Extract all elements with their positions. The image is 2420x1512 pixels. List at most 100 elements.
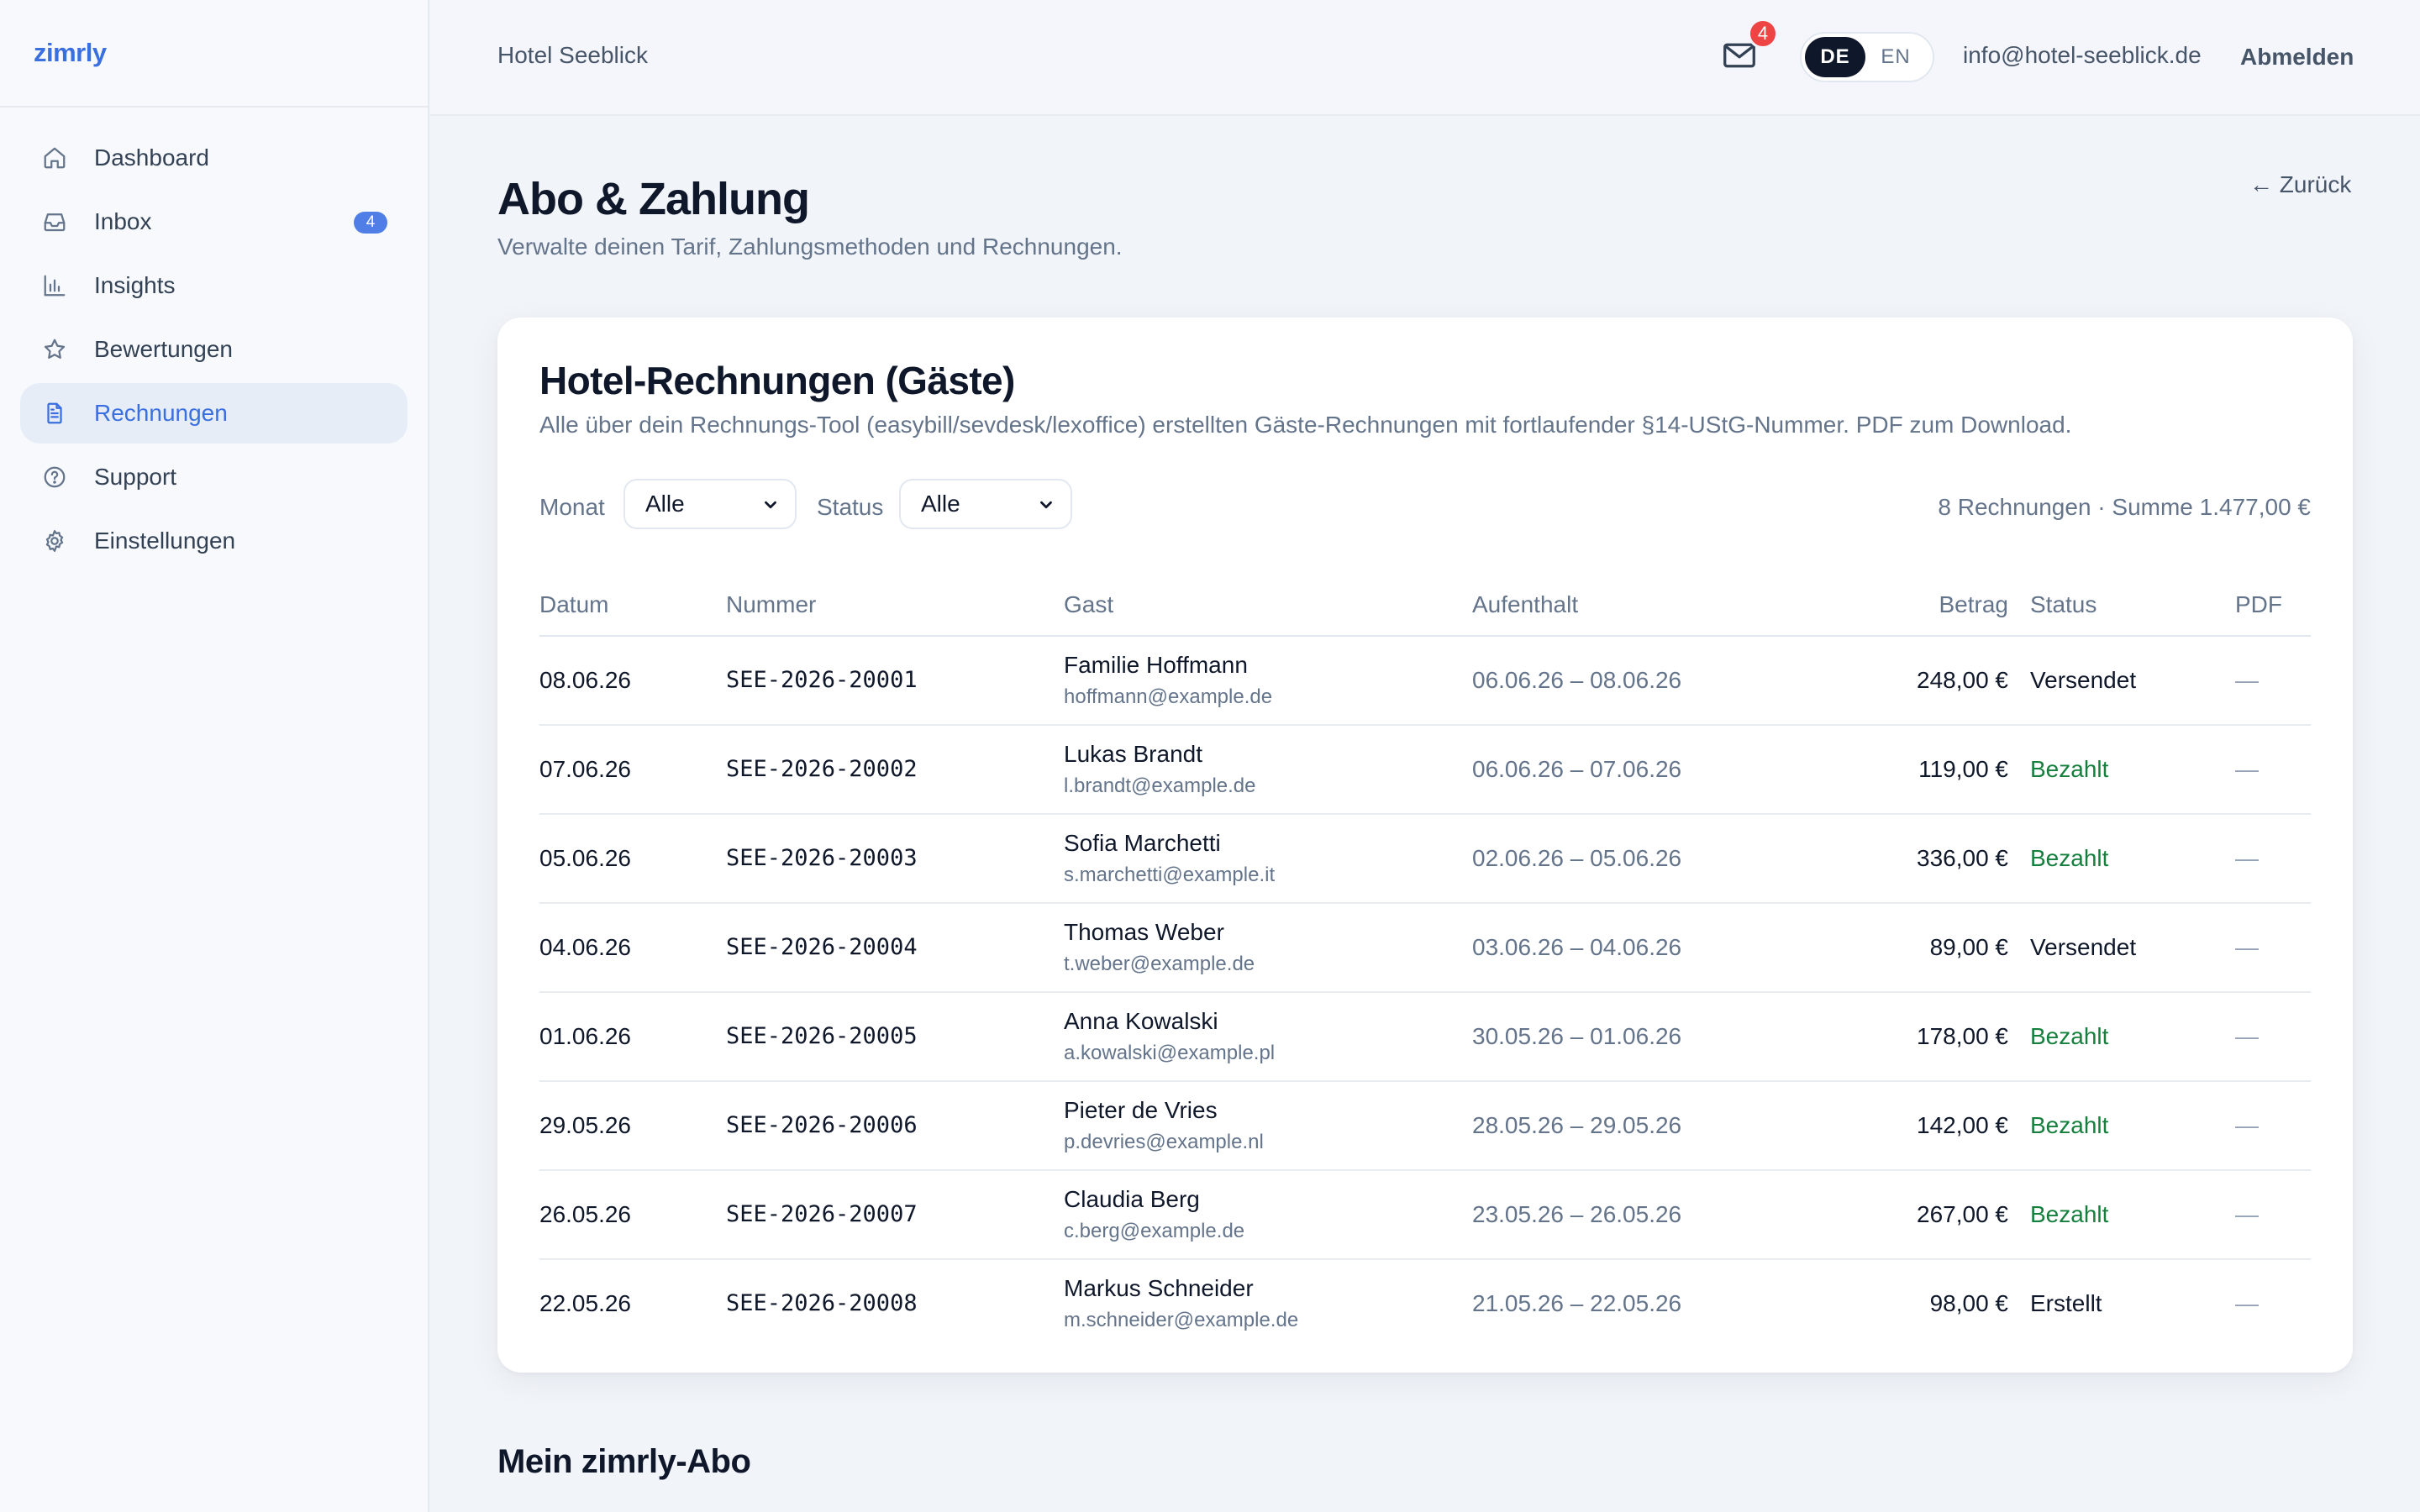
- pdf-placeholder: —: [2235, 1112, 2259, 1138]
- invoice-amount: 267,00 €: [1917, 1201, 2008, 1227]
- sidebar-item-label: Insights: [94, 272, 176, 298]
- invoice-amount: 178,00 €: [1917, 1023, 2008, 1049]
- logout-button[interactable]: Abmelden: [2240, 44, 2354, 71]
- invoice-amount: 336,00 €: [1917, 845, 2008, 871]
- sidebar-item-rechnungen[interactable]: Rechnungen: [20, 383, 408, 444]
- stay-period: 28.05.26 – 29.05.26: [1472, 1112, 1682, 1138]
- table-row[interactable]: 22.05.26 SEE-2026-20008 Markus Schneider…: [539, 1260, 2311, 1349]
- sidebar-item-label: Dashboard: [94, 144, 209, 171]
- pdf-placeholder: —: [2235, 1201, 2259, 1227]
- guest-email: t.weber@example.de: [1064, 953, 1255, 975]
- inbox-count-badge: 4: [354, 212, 387, 234]
- invoice-amount: 89,00 €: [1929, 934, 2008, 960]
- lang-de-button[interactable]: DE: [1805, 37, 1865, 77]
- invoice-date: 07.06.26: [539, 756, 631, 782]
- invoice-status: Bezahlt: [2030, 1201, 2109, 1227]
- column-header-stay[interactable]: Aufenthalt: [1472, 591, 1578, 618]
- guest-email: a.kowalski@example.pl: [1064, 1042, 1276, 1064]
- invoice-amount: 119,00 €: [1918, 756, 2008, 782]
- table-header: Datum Nummer Gast Aufenthalt Betrag Stat…: [539, 575, 2311, 637]
- invoice-number: SEE-2026-20008: [726, 1290, 918, 1316]
- pdf-placeholder: —: [2235, 756, 2259, 782]
- guest-email: s.marchetti@example.it: [1064, 864, 1276, 886]
- stay-period: 06.06.26 – 07.06.26: [1472, 756, 1682, 782]
- back-link[interactable]: ← Zurück: [2249, 171, 2351, 198]
- invoice-status: Bezahlt: [2030, 1112, 2109, 1138]
- invoices-subtitle: Alle über dein Rechnungs-Tool (easybill/…: [539, 412, 2072, 438]
- table-row[interactable]: 29.05.26 SEE-2026-20006 Pieter de Vries …: [539, 1082, 2311, 1171]
- invoice-date: 04.06.26: [539, 934, 631, 960]
- invoice-date: 29.05.26: [539, 1112, 631, 1138]
- invoice-status: Bezahlt: [2030, 845, 2109, 871]
- guest-name: Thomas Weber: [1064, 919, 1224, 945]
- sidebar-item-einstellungen[interactable]: Einstellungen: [20, 511, 408, 571]
- language-toggle: DE EN: [1800, 32, 1934, 82]
- invoice-number: SEE-2026-20001: [726, 667, 918, 693]
- column-header-amount[interactable]: Betrag: [1939, 591, 2009, 618]
- account-email: info@hotel-seeblick.de: [1963, 42, 2202, 68]
- sidebar-item-insights[interactable]: Insights: [20, 255, 408, 316]
- stay-period: 06.06.26 – 08.06.26: [1472, 667, 1682, 693]
- topbar: Hotel Seeblick 4 DE EN info@hotel-seebli…: [430, 0, 2420, 116]
- invoice-number: SEE-2026-20004: [726, 934, 918, 960]
- lang-en-button[interactable]: EN: [1865, 37, 1926, 77]
- pdf-placeholder: —: [2235, 934, 2259, 960]
- guest-name: Pieter de Vries: [1064, 1097, 1218, 1123]
- table-row[interactable]: 08.06.26 SEE-2026-20001 Familie Hoffmann…: [539, 637, 2311, 726]
- guest-name: Familie Hoffmann: [1064, 652, 1248, 678]
- guest-name: Markus Schneider: [1064, 1275, 1254, 1301]
- table-row[interactable]: 05.06.26 SEE-2026-20003 Sofia Marchetti …: [539, 815, 2311, 904]
- table-row[interactable]: 04.06.26 SEE-2026-20004 Thomas Weber t.w…: [539, 904, 2311, 993]
- status-filter-select[interactable]: Alle: [899, 479, 1072, 529]
- stay-period: 02.06.26 – 05.06.26: [1472, 845, 1682, 871]
- hotel-name: Hotel Seeblick: [497, 42, 648, 68]
- guest-name: Anna Kowalski: [1064, 1008, 1218, 1034]
- pdf-placeholder: —: [2235, 845, 2259, 871]
- column-header-number[interactable]: Nummer: [726, 591, 816, 618]
- guest-email: l.brandt@example.de: [1064, 774, 1256, 797]
- invoice-number: SEE-2026-20003: [726, 845, 918, 871]
- table-row[interactable]: 26.05.26 SEE-2026-20007 Claudia Berg c.b…: [539, 1171, 2311, 1260]
- column-header-date[interactable]: Datum: [539, 591, 608, 618]
- pdf-placeholder: —: [2235, 667, 2259, 693]
- brand-logo[interactable]: zimrly: [0, 0, 428, 108]
- invoice-status: Bezahlt: [2030, 756, 2109, 782]
- month-filter-label: Monat: [539, 494, 605, 520]
- help-circle-icon: [40, 463, 69, 491]
- sidebar-item-label: Bewertungen: [94, 336, 234, 362]
- table-row[interactable]: 07.06.26 SEE-2026-20002 Lukas Brandt l.b…: [539, 726, 2311, 815]
- sidebar-item-dashboard[interactable]: Dashboard: [20, 128, 408, 188]
- invoice-status: Erstellt: [2030, 1290, 2102, 1316]
- guest-name: Lukas Brandt: [1064, 741, 1202, 767]
- main-content: Abo & Zahlung Verwalte deinen Tarif, Zah…: [430, 116, 2420, 1512]
- sidebar-item-support[interactable]: Support: [20, 447, 408, 507]
- column-header-guest[interactable]: Gast: [1064, 591, 1113, 618]
- column-header-pdf: PDF: [2235, 591, 2282, 617]
- month-filter-select[interactable]: Alle: [623, 479, 797, 529]
- sidebar-item-inbox[interactable]: Inbox 4: [20, 192, 408, 252]
- month-filter-value: Alle: [645, 491, 685, 517]
- status-filter-value: Alle: [921, 491, 960, 517]
- guest-email: hoffmann@example.de: [1064, 685, 1273, 708]
- chevron-down-icon: [1037, 496, 1055, 514]
- home-icon: [40, 144, 69, 172]
- invoice-number: SEE-2026-20007: [726, 1201, 918, 1227]
- sidebar-nav: Dashboard Inbox 4 Insights Bewertungen R…: [0, 108, 428, 571]
- document-icon: [40, 399, 69, 428]
- guest-email: p.devries@example.nl: [1064, 1131, 1264, 1153]
- status-filter-label: Status: [817, 494, 884, 520]
- invoice-number: SEE-2026-20002: [726, 756, 918, 782]
- pdf-placeholder: —: [2235, 1023, 2259, 1049]
- invoice-amount: 248,00 €: [1917, 667, 2008, 693]
- sidebar-item-bewertungen[interactable]: Bewertungen: [20, 319, 408, 380]
- column-header-status[interactable]: Status: [2030, 591, 2096, 618]
- star-icon: [40, 335, 69, 364]
- sidebar: zimrly Dashboard Inbox 4 Insights Bewert: [0, 0, 429, 1512]
- chevron-down-icon: [761, 496, 780, 514]
- pdf-placeholder: —: [2235, 1290, 2259, 1316]
- table-row[interactable]: 01.06.26 SEE-2026-20005 Anna Kowalski a.…: [539, 993, 2311, 1082]
- sidebar-item-label: Rechnungen: [94, 400, 228, 426]
- invoice-date: 26.05.26: [539, 1201, 631, 1227]
- stay-period: 03.06.26 – 04.06.26: [1472, 934, 1682, 960]
- stay-period: 23.05.26 – 26.05.26: [1472, 1201, 1682, 1227]
